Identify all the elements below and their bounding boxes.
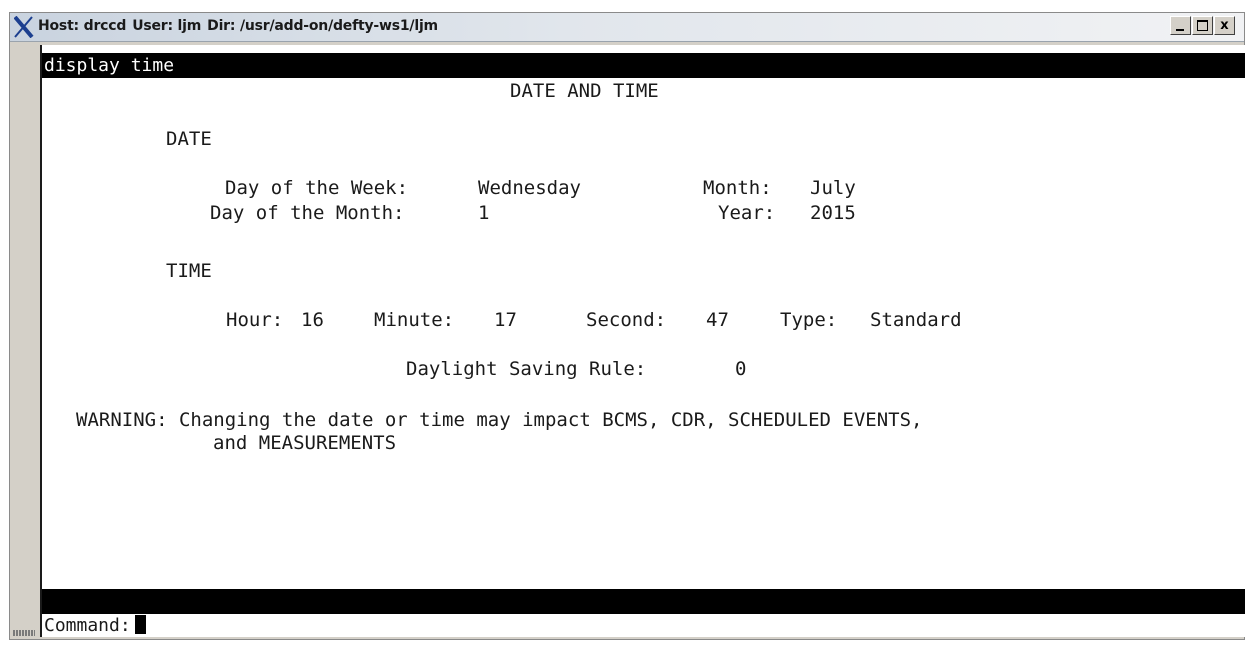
year-label: Year:: [718, 202, 776, 224]
resize-grip[interactable]: [13, 630, 35, 636]
warning-line-1: WARNING: Changing the date or time may i…: [76, 409, 923, 431]
day-of-month-label: Day of the Month:: [210, 202, 405, 224]
status-bar: [42, 589, 1245, 614]
month-value: July: [810, 177, 856, 199]
command-echo: display time: [44, 55, 175, 76]
terminal-screen[interactable]: display time DATE AND TIME DATE Day of t…: [40, 45, 1245, 637]
minimize-button[interactable]: [1170, 16, 1191, 35]
close-icon: x: [1220, 18, 1229, 33]
day-of-month-value: 1: [478, 202, 490, 224]
type-value: Standard: [870, 309, 962, 331]
title-dir: Dir: /usr/add-on/defty-ws1/ljm: [207, 18, 438, 34]
close-button[interactable]: x: [1214, 16, 1235, 35]
day-of-week-label: Day of the Week:: [225, 177, 409, 199]
minute-label: Minute:: [374, 309, 455, 331]
minute-value: 17: [494, 309, 517, 331]
maximize-button[interactable]: [1192, 16, 1213, 35]
title-host: Host: drccd: [38, 18, 127, 34]
month-label: Month:: [703, 177, 772, 199]
window-title: Host: drccd User: ljm Dir: /usr/add-on/def…: [38, 18, 444, 34]
dst-label: Daylight Saving Rule:: [406, 358, 647, 380]
day-of-week-value: Wednesday: [478, 177, 581, 199]
title-user: User: ljm: [132, 18, 202, 34]
minimize-icon: [1176, 29, 1184, 31]
warning-line-2: and MEASUREMENTS: [213, 432, 397, 454]
command-echo-bar: display time: [42, 53, 1245, 78]
x-logo-icon: [14, 16, 34, 38]
second-label: Second:: [586, 309, 667, 331]
command-line[interactable]: Command:: [44, 615, 146, 637]
maximize-icon: [1197, 20, 1208, 31]
time-section-label: TIME: [166, 260, 212, 282]
date-section-label: DATE: [166, 128, 212, 150]
screen-heading: DATE AND TIME: [510, 80, 659, 102]
hour-label: Hour:: [226, 309, 284, 331]
year-value: 2015: [810, 202, 856, 224]
hour-value: 16: [301, 309, 324, 331]
text-cursor: [134, 615, 146, 634]
dst-value: 0: [735, 358, 747, 380]
second-value: 47: [706, 309, 729, 331]
terminal-window: Host: drccd User: ljm Dir: /usr/add-on/def…: [9, 12, 1245, 640]
command-prompt-label: Command:: [44, 615, 131, 636]
title-bar[interactable]: Host: drccd User: ljm Dir: /usr/add-on/def…: [10, 13, 1244, 42]
type-label: Type:: [780, 309, 838, 331]
